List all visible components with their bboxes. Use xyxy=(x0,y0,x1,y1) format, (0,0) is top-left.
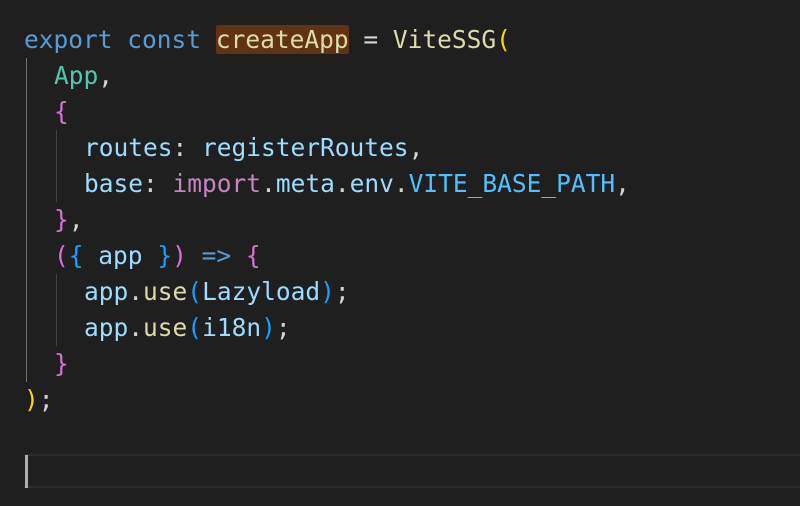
method-use[interactable]: use xyxy=(143,277,187,306)
identifier-app-component[interactable]: App xyxy=(54,61,98,90)
code-line-10[interactable]: } xyxy=(54,346,69,382)
bracket-brace-close: } xyxy=(157,241,173,270)
punct-dot: . xyxy=(128,277,144,306)
function-vite-ssg[interactable]: ViteSSG xyxy=(393,25,496,54)
bracket-brace-open: { xyxy=(68,241,84,270)
punct-semicolon: ; xyxy=(275,313,291,342)
bracket-paren-open: ( xyxy=(187,313,203,342)
property-base[interactable]: base xyxy=(84,169,143,198)
constant-vite-base-path[interactable]: VITE_BASE_PATH xyxy=(409,169,616,198)
indent-guide xyxy=(56,274,57,346)
punct-colon: : xyxy=(143,169,158,198)
keyword-const: const xyxy=(127,25,202,54)
punct-comma: , xyxy=(68,205,84,234)
code-line-2[interactable]: App, xyxy=(54,58,113,94)
identifier-register-routes[interactable]: registerRoutes xyxy=(202,133,409,162)
identifier-create-app[interactable]: createApp xyxy=(215,25,349,54)
code-editor[interactable]: export const createApp = ViteSSG( App, {… xyxy=(0,0,800,506)
punct-comma: , xyxy=(408,133,424,162)
bracket-paren-close: ) xyxy=(24,385,39,414)
bracket-paren-open: ( xyxy=(187,277,203,306)
punct-dot: . xyxy=(261,169,276,198)
code-line-7[interactable]: ({ app }) => { xyxy=(54,238,261,274)
operator-arrow: => xyxy=(201,241,232,270)
operator-equals: = xyxy=(363,25,379,54)
param-app[interactable]: app xyxy=(98,241,142,270)
indent-guide xyxy=(56,130,57,202)
code-line-4[interactable]: routes: registerRoutes, xyxy=(84,130,423,166)
current-line-highlight[interactable] xyxy=(24,454,800,488)
property-env[interactable]: env xyxy=(350,169,394,198)
punct-comma: , xyxy=(615,169,630,198)
code-line-3[interactable]: { xyxy=(54,94,69,130)
identifier-i18n[interactable]: i18n xyxy=(202,313,261,342)
bracket-body-close: } xyxy=(54,349,69,378)
code-line-11[interactable]: ); xyxy=(24,382,54,418)
punct-dot: . xyxy=(334,169,350,198)
keyword-import: import xyxy=(172,169,262,198)
punct-semicolon: ; xyxy=(38,385,54,414)
identifier-app[interactable]: app xyxy=(84,313,128,342)
bracket-paren-close: ) xyxy=(261,313,276,342)
property-routes[interactable]: routes xyxy=(84,133,173,162)
method-use[interactable]: use xyxy=(143,313,187,342)
punct-semicolon: ; xyxy=(334,277,350,306)
code-line-8[interactable]: app.use(Lazyload); xyxy=(84,274,350,310)
punct-dot: . xyxy=(393,169,409,198)
text-cursor xyxy=(25,455,28,488)
code-line-5[interactable]: base: import.meta.env.VITE_BASE_PATH, xyxy=(84,166,630,202)
property-meta[interactable]: meta xyxy=(276,169,335,198)
punct-dot: . xyxy=(128,313,144,342)
bracket-paren-open: ( xyxy=(496,25,511,54)
code-line-9[interactable]: app.use(i18n); xyxy=(84,310,291,346)
bracket-paren-close: ) xyxy=(320,277,335,306)
bracket-body-open: { xyxy=(245,241,261,270)
punct-comma: , xyxy=(98,61,114,90)
identifier-lazyload[interactable]: Lazyload xyxy=(202,277,320,306)
code-line-1[interactable]: export const createApp = ViteSSG( xyxy=(24,22,511,58)
bracket-brace-close: } xyxy=(54,205,69,234)
bracket-paren-open: ( xyxy=(54,241,69,270)
bracket-brace-open: { xyxy=(54,97,69,126)
punct-colon: : xyxy=(172,133,188,162)
bracket-paren-close: ) xyxy=(172,241,187,270)
keyword-export: export xyxy=(24,25,113,54)
identifier-app[interactable]: app xyxy=(84,277,128,306)
indent-guide xyxy=(26,58,27,382)
code-line-6[interactable]: }, xyxy=(54,202,84,238)
